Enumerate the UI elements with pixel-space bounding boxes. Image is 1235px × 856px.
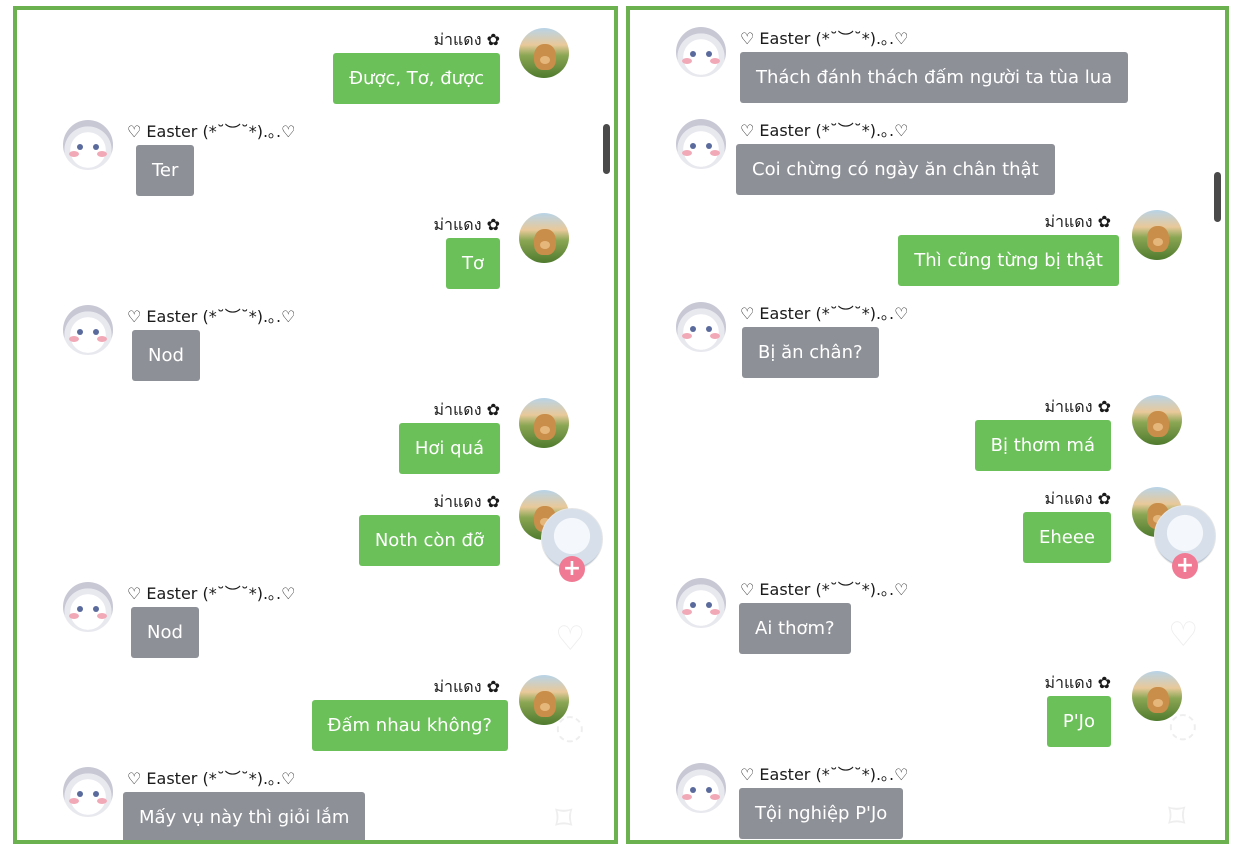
bunny-avatar-icon[interactable] — [63, 120, 113, 170]
message-bubble[interactable]: Thì cũng từng bị thật — [898, 235, 1119, 286]
message-bubble[interactable]: Bị thơm má — [974, 420, 1111, 471]
dog-avatar-icon[interactable] — [1132, 671, 1182, 721]
message-bubble[interactable]: Bị ăn chân? — [742, 327, 879, 378]
message-bubble[interactable]: Đấm nhau không? — [311, 700, 508, 751]
message-bubble[interactable]: Thách đánh thách đấm người ta tùa lua — [740, 52, 1129, 103]
sender-name: ม่าแดง ✿ — [1044, 489, 1111, 508]
chat-panel-left[interactable]: ม่าแดง ✿ Được, Tơ, được ♡ Easter (*˘︶˘*)… — [13, 6, 618, 844]
sender-name: ♡ Easter (*˘︶˘*).｡.♡ — [740, 765, 909, 784]
message-bubble[interactable]: Tội nghiệp P'Jo — [739, 788, 904, 839]
message-row: ม่าแดง ✿ Đấm nhau không? — [17, 671, 614, 751]
message-bubble[interactable]: Eheee — [1022, 512, 1111, 563]
message-bubble[interactable]: Coi chừng có ngày ăn chân thật — [736, 144, 1055, 195]
dog-avatar-icon[interactable] — [519, 213, 569, 263]
message-bubble[interactable]: Hơi quá — [398, 423, 500, 474]
message-row: ม่าแดง ✿ P'Jo — [630, 667, 1225, 747]
sender-name: ♡ Easter (*˘︶˘*).｡.♡ — [740, 121, 909, 140]
sender-name: ♡ Easter (*˘︶˘*).｡.♡ — [127, 122, 296, 141]
chat-panel-right[interactable]: ♡ Easter (*˘︶˘*).｡.♡ Thách đánh thách đấ… — [626, 6, 1229, 844]
message-bubble[interactable]: Noth còn đỡ — [358, 515, 500, 566]
message-row: ♡ Easter (*˘︶˘*).｡.♡ Coi chừng có ngày ă… — [630, 115, 1225, 195]
sender-name: ♡ Easter (*˘︶˘*).｡.♡ — [127, 769, 296, 788]
message-row: ♡ Easter (*˘︶˘*).｡.♡ Nod — [17, 578, 614, 658]
message-bubble[interactable]: Tơ — [445, 238, 500, 289]
message-row: ♡ Easter (*˘︶˘*).｡.♡ Ter — [17, 116, 614, 196]
dog-avatar-icon[interactable] — [1132, 395, 1182, 445]
dog-avatar-icon[interactable] — [1132, 210, 1182, 260]
dog-avatar-icon[interactable] — [519, 398, 569, 448]
sender-name: ม่าแดง ✿ — [1044, 397, 1111, 416]
message-bubble[interactable]: Ai thơm? — [739, 603, 851, 654]
sender-name: ม่าแดง ✿ — [433, 400, 500, 419]
message-row: ♡ Easter (*˘︶˘*).｡.♡ Tội nghiệp P'Jo — [630, 759, 1225, 839]
message-row: ♡ Easter (*˘︶˘*).｡.♡ Mấy vụ này thì giỏi… — [17, 763, 614, 840]
bunny-avatar-icon[interactable] — [676, 578, 726, 628]
dog-avatar-icon[interactable] — [519, 28, 569, 78]
message-row: ม่าแดง ✿ Noth còn đỡ — [17, 486, 614, 566]
message-bubble[interactable]: Nod — [131, 607, 199, 658]
sender-name: ♡ Easter (*˘︶˘*).｡.♡ — [740, 304, 909, 323]
sender-name: ♡ Easter (*˘︶˘*).｡.♡ — [127, 307, 296, 326]
message-row: ม่าแดง ✿ Được, Tơ, được — [17, 24, 614, 104]
message-row: ♡ Easter (*˘︶˘*).｡.♡ Bị ăn chân? — [630, 298, 1225, 378]
message-row: ม่าแดง ✿ Tơ — [17, 209, 614, 289]
bunny-avatar-icon[interactable] — [676, 302, 726, 352]
sender-name: ม่าแดง ✿ — [1044, 212, 1111, 231]
sender-name: ม่าแดง ✿ — [1044, 673, 1111, 692]
bunny-avatar-icon[interactable] — [676, 119, 726, 169]
bunny-avatar-icon[interactable] — [63, 305, 113, 355]
bunny-avatar-icon[interactable] — [676, 27, 726, 77]
bunny-avatar-icon[interactable] — [63, 767, 113, 817]
message-row: ม่าแดง ✿ Hơi quá — [17, 394, 614, 474]
message-bubble[interactable]: Mấy vụ này thì giỏi lắm — [123, 792, 366, 840]
message-bubble[interactable]: P'Jo — [1046, 696, 1111, 747]
sender-name: ม่าแดง ✿ — [433, 30, 500, 49]
message-bubble[interactable]: Nod — [132, 330, 200, 381]
message-row: ♡ Easter (*˘︶˘*).｡.♡ Ai thơm? — [630, 574, 1225, 654]
sender-name: ม่าแดง ✿ — [433, 677, 500, 696]
sender-name: ม่าแดง ✿ — [433, 492, 500, 511]
bunny-avatar-icon[interactable] — [676, 763, 726, 813]
message-bubble[interactable]: Ter — [136, 145, 195, 196]
message-row: ม่าแดง ✿ Bị thơm má — [630, 391, 1225, 471]
message-bubble[interactable]: Được, Tơ, được — [333, 53, 500, 104]
sender-name: ♡ Easter (*˘︶˘*).｡.♡ — [740, 29, 909, 48]
message-row: ♡ Easter (*˘︶˘*).｡.♡ Nod — [17, 301, 614, 381]
sender-name: ♡ Easter (*˘︶˘*).｡.♡ — [740, 580, 909, 599]
sender-name: ม่าแดง ✿ — [433, 215, 500, 234]
message-row: ม่าแดง ✿ Eheee — [630, 483, 1225, 563]
sender-name: ♡ Easter (*˘︶˘*).｡.♡ — [127, 584, 296, 603]
bunny-avatar-icon[interactable] — [63, 582, 113, 632]
message-row: ♡ Easter (*˘︶˘*).｡.♡ Thách đánh thách đấ… — [630, 23, 1225, 103]
dog-avatar-icon[interactable] — [519, 675, 569, 725]
message-row: ม่าแดง ✿ Thì cũng từng bị thật — [630, 206, 1225, 286]
